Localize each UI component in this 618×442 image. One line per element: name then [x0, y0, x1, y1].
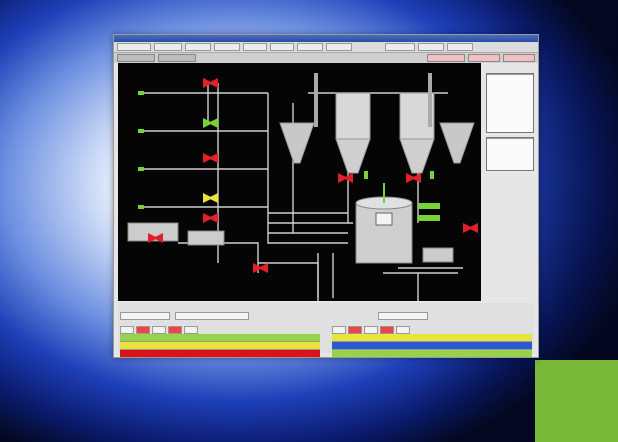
alarm-tab[interactable] [175, 312, 250, 320]
nav-button[interactable] [468, 54, 500, 62]
alarm-row[interactable] [332, 342, 532, 350]
mixer-tank [355, 183, 413, 264]
alarm-control-button[interactable] [184, 326, 198, 334]
toolbar-button[interactable] [447, 43, 473, 51]
alarm-tab[interactable] [120, 312, 170, 320]
alarm-control-button[interactable] [332, 326, 346, 334]
toolbar-button[interactable] [154, 43, 182, 51]
nav-button[interactable] [427, 54, 465, 62]
nav-button[interactable] [117, 54, 155, 62]
alarm-tab[interactable] [378, 312, 428, 320]
toolbar [114, 42, 538, 53]
toolbar-button[interactable] [385, 43, 415, 51]
nav-button[interactable] [503, 54, 535, 62]
alarm-controls [332, 326, 532, 334]
silo-left [279, 73, 371, 174]
station-panel-title [487, 138, 533, 139]
toolbar-button[interactable] [270, 43, 294, 51]
station-panel-2[interactable] [486, 137, 534, 171]
alarm-area [118, 303, 534, 358]
alarm-panel-right [332, 305, 532, 358]
alarm-panel-left [120, 305, 320, 358]
alarm-row[interactable] [120, 342, 320, 350]
toolbar-button[interactable] [297, 43, 323, 51]
alarm-controls [120, 326, 320, 334]
alarm-control-button[interactable] [364, 326, 378, 334]
toolbar-button[interactable] [243, 43, 267, 51]
silo-right [399, 73, 475, 174]
toolbar-button[interactable] [185, 43, 211, 51]
alarm-control-button[interactable] [396, 326, 410, 334]
station-panel-body [487, 75, 533, 79]
nav-row [114, 53, 538, 63]
station-panel-1[interactable] [486, 73, 534, 133]
alarm-row[interactable] [332, 350, 532, 358]
alarm-row[interactable] [120, 350, 320, 358]
green-corner-block [535, 360, 618, 442]
alarm-control-button[interactable] [136, 326, 150, 334]
alarm-row[interactable] [332, 334, 532, 342]
alarm-control-button[interactable] [168, 326, 182, 334]
alarm-control-button[interactable] [348, 326, 362, 334]
window-titlebar[interactable] [114, 35, 538, 42]
process-diagram [118, 63, 481, 301]
alarm-control-button[interactable] [152, 326, 166, 334]
alarm-control-button[interactable] [120, 326, 134, 334]
alarm-row[interactable] [120, 334, 320, 342]
scada-window [113, 34, 539, 358]
toolbar-button[interactable] [326, 43, 352, 51]
toolbar-button[interactable] [418, 43, 444, 51]
nav-button[interactable] [158, 54, 196, 62]
toolbar-button[interactable] [117, 43, 151, 51]
toolbar-button[interactable] [214, 43, 240, 51]
alarm-control-button[interactable] [380, 326, 394, 334]
